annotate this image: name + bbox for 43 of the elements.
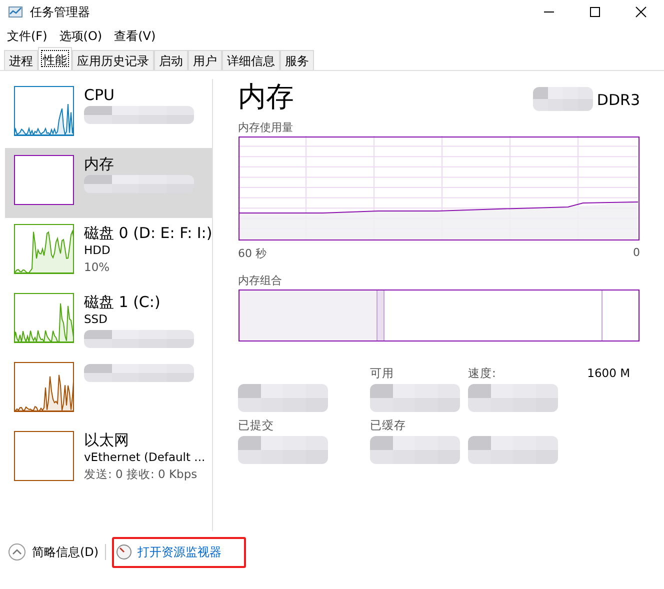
item-detail: HDD — [84, 242, 112, 259]
tab[interactable]: 进程 — [4, 50, 38, 70]
tab[interactable]: 启动 — [154, 50, 188, 70]
details-toggle[interactable]: 简略信息(D) — [32, 544, 99, 560]
item-detail: 发送: 0 接收: 0 Kbps — [84, 466, 198, 483]
chart-label: 内存使用量 — [238, 120, 294, 134]
stat-label: 可用 — [370, 366, 394, 381]
item-title: 磁盘 1 (C:) — [84, 293, 162, 311]
panel-title: 内存 — [238, 79, 294, 115]
axis-label: 60 秒 — [238, 246, 266, 261]
sidebar-item[interactable]: 磁盘 1 (C:) SSD — [5, 286, 212, 356]
item-title: 磁盘 0 (D: E: F: I:) — [84, 224, 212, 242]
item-detail: 10% — [84, 259, 111, 276]
sidebar-item[interactable]: 磁盘 0 (D: E: F: I:) HDD 10% — [5, 217, 212, 287]
menu-item[interactable]: 文件(F) — [7, 28, 48, 46]
tab[interactable]: 应用历史记录 — [72, 50, 154, 70]
pixelated-blur — [532, 87, 593, 111]
sidebar-item[interactable]: CPU — [5, 79, 212, 149]
menu-item[interactable]: 查看(V) — [114, 28, 156, 46]
tab[interactable]: 性能 — [38, 47, 72, 70]
tab[interactable]: 详细信息 — [222, 50, 280, 70]
sidebar-item[interactable]: 以太网 vEthernet (Default ... 发送: 0 接收: 0 Kbps — [5, 424, 212, 494]
stat-label: 已提交 — [238, 418, 274, 433]
window-title: 任务管理器 — [30, 4, 91, 20]
item-detail: SSD — [84, 311, 108, 328]
stat-value: 1600 M — [587, 366, 630, 381]
item-title: 以太网 — [84, 431, 130, 449]
axis-label: 0 — [633, 246, 640, 261]
stat-label: 速度: — [468, 366, 496, 381]
tab[interactable]: 用户 — [188, 50, 222, 70]
stat-label: 已缓存 — [370, 418, 406, 433]
resource-monitor-link[interactable]: 打开资源监视器 — [138, 544, 222, 560]
tab[interactable]: 服务 — [280, 50, 314, 70]
item-title: 内存 — [84, 155, 115, 173]
menu-item[interactable]: 选项(O) — [59, 28, 102, 46]
gauge-icon — [116, 544, 132, 560]
chart-label: 内存组合 — [238, 273, 283, 287]
item-title: CPU — [84, 86, 116, 104]
memory-type: DDR3 — [596, 90, 640, 109]
sidebar-item[interactable]: 内存 — [5, 148, 212, 218]
item-detail: vEthernet (Default ... — [84, 449, 206, 466]
app-icon — [8, 4, 24, 20]
collapse-icon — [8, 543, 26, 561]
